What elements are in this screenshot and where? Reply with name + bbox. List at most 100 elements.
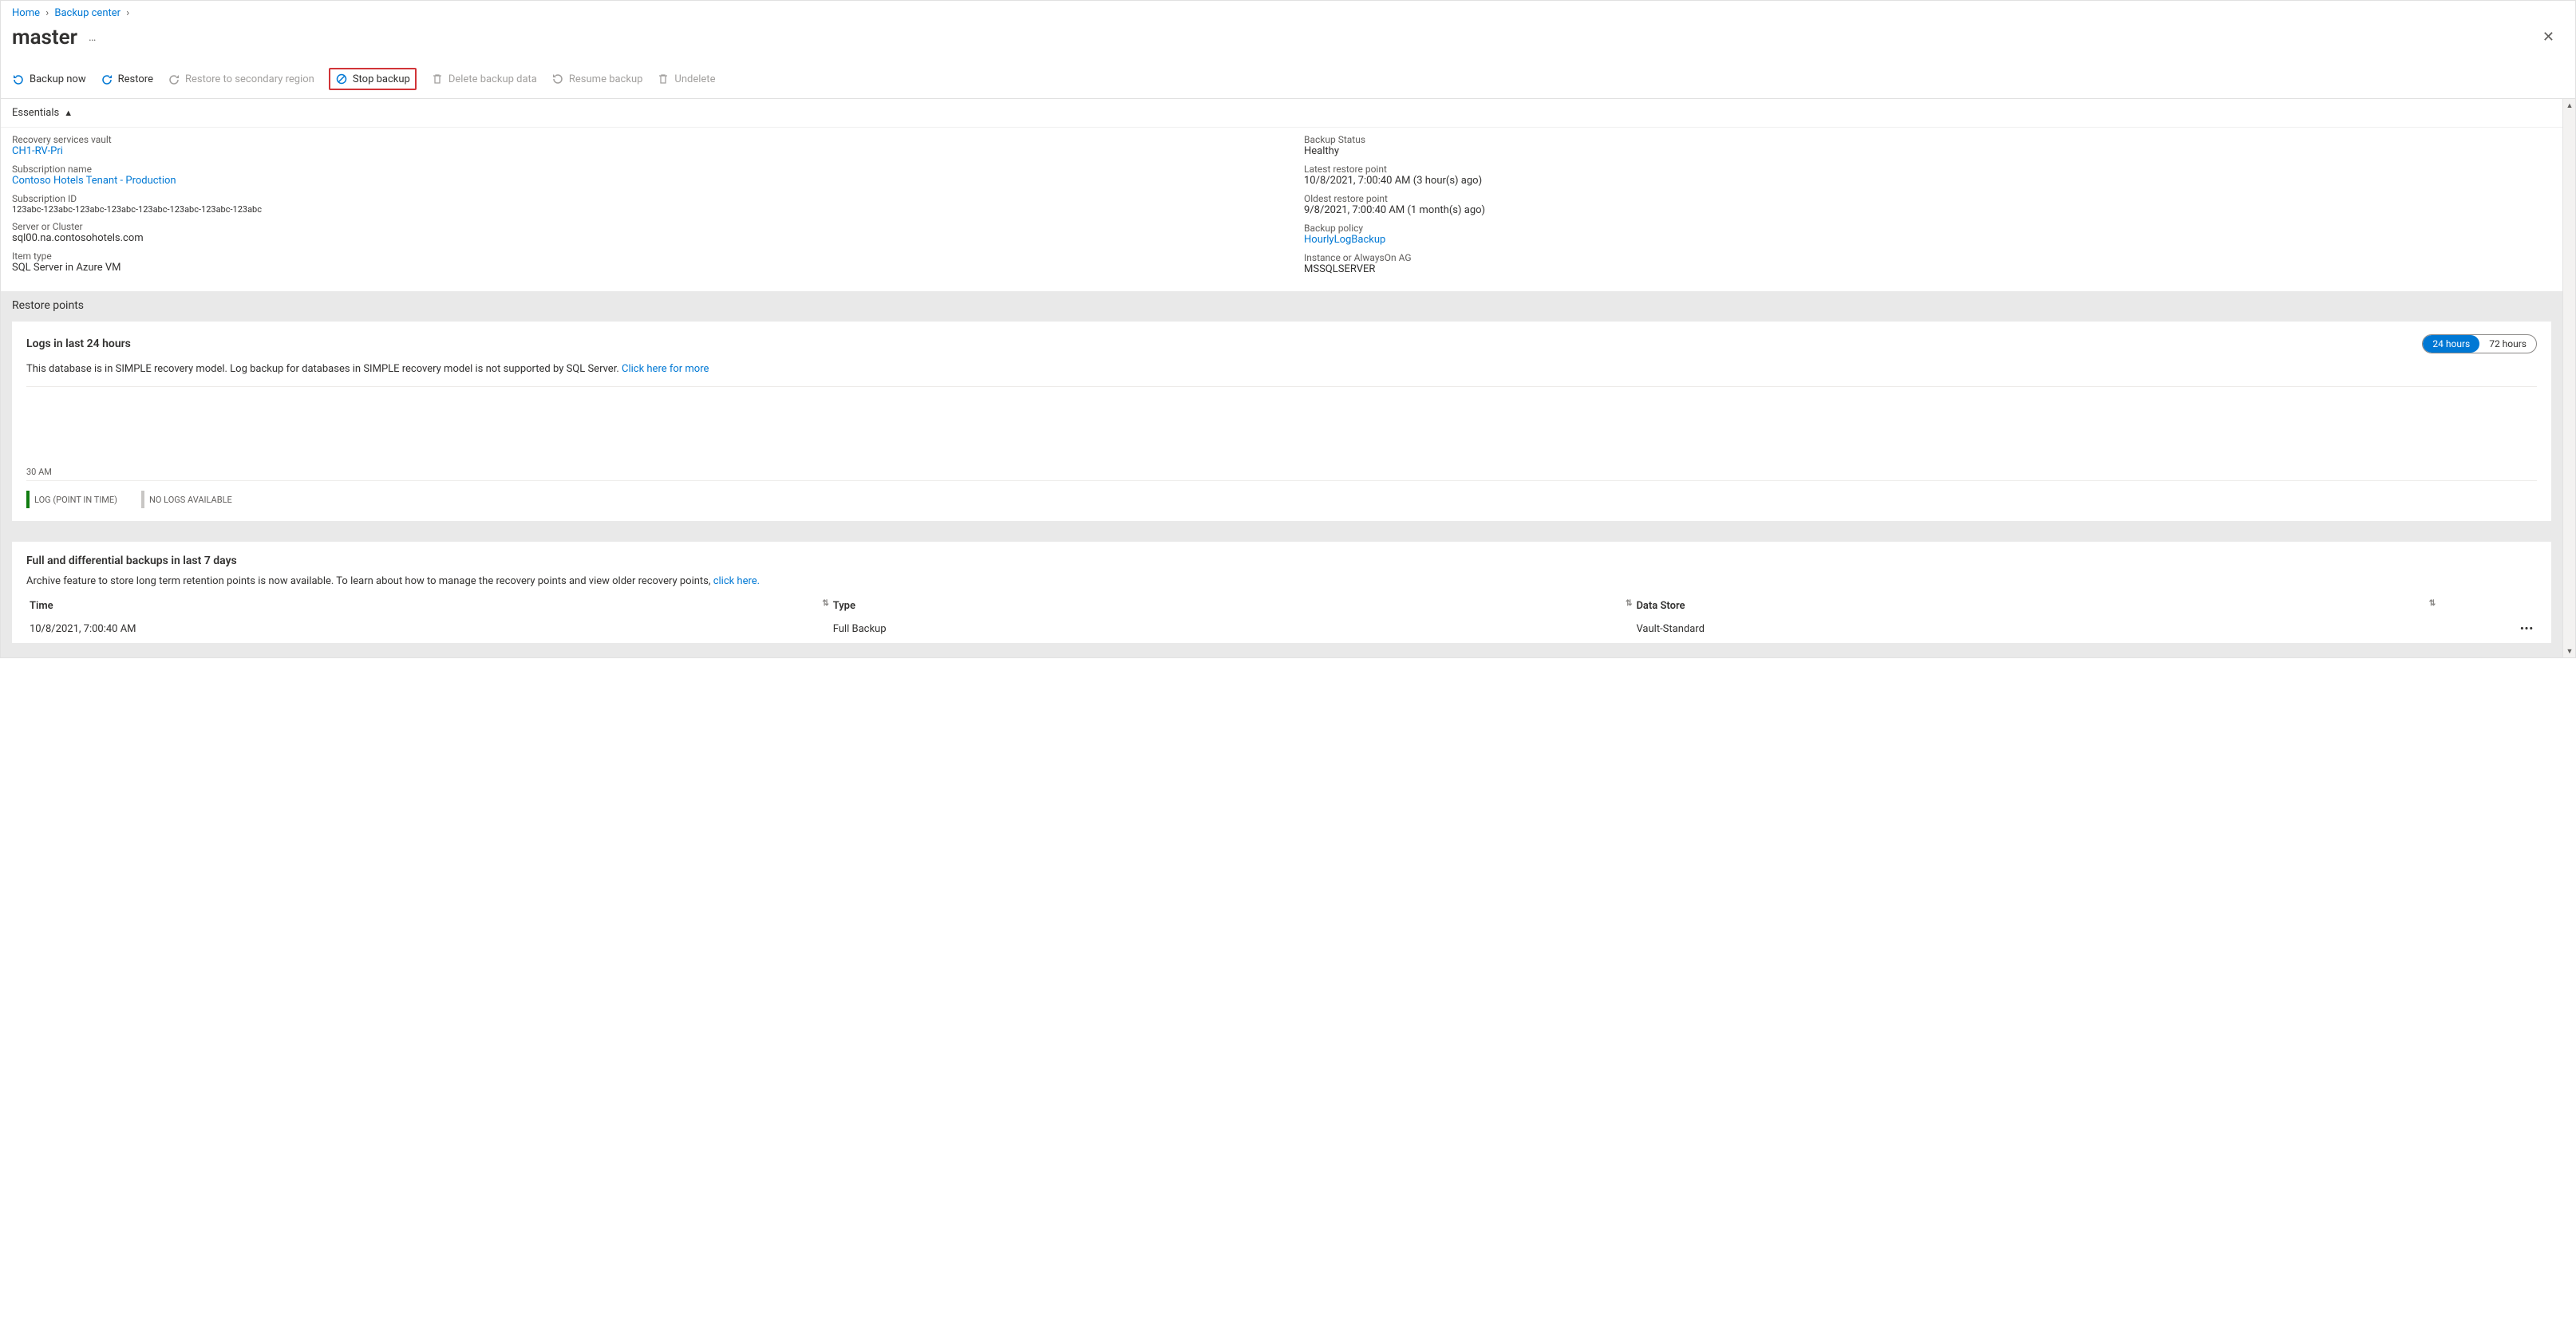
instance-value: MSSQLSERVER bbox=[1304, 263, 2564, 275]
essentials-right: Backup Status Healthy Latest restore poi… bbox=[1304, 134, 2564, 282]
chevron-up-icon: ▲ bbox=[64, 108, 73, 118]
breadcrumb-backup-center[interactable]: Backup center bbox=[54, 7, 121, 19]
table-row[interactable]: 10/8/2021, 7:00:40 AM Full Backup Vault-… bbox=[26, 618, 2537, 640]
logs-desc-text: This database is in SIMPLE recovery mode… bbox=[26, 363, 622, 375]
page-title: master bbox=[12, 26, 77, 49]
vault-link[interactable]: CH1-RV-Pri bbox=[12, 145, 63, 157]
col-time[interactable]: Time ⇅ bbox=[26, 594, 830, 618]
logs-chart: 30 AM bbox=[26, 395, 2537, 481]
toggle-24h[interactable]: 24 hours bbox=[2423, 335, 2479, 353]
row-time: 10/8/2021, 7:00:40 AM bbox=[26, 618, 830, 640]
trash-icon bbox=[431, 73, 444, 85]
backups-card-title: Full and differential backups in last 7 … bbox=[26, 554, 2537, 567]
row-type: Full Backup bbox=[830, 618, 1634, 640]
oldest-value: 9/8/2021, 7:00:40 AM (1 month(s) ago) bbox=[1304, 204, 2564, 216]
more-button[interactable]: … bbox=[85, 28, 99, 47]
stop-backup-label: Stop backup bbox=[353, 73, 410, 85]
backups-card-desc: Archive feature to store long term reten… bbox=[26, 575, 2537, 587]
essentials-left: Recovery services vault CH1-RV-Pri Subsc… bbox=[12, 134, 1272, 282]
restore-points-title: Restore points bbox=[12, 299, 2551, 312]
backup-now-label: Backup now bbox=[30, 73, 86, 85]
backups-desc-link[interactable]: click here. bbox=[713, 575, 760, 587]
instance-label: Instance or AlwaysOn AG bbox=[1304, 252, 2564, 263]
status-value: Healthy bbox=[1304, 145, 2564, 157]
backup-now-button[interactable]: Backup now bbox=[12, 71, 86, 87]
legend-log: LOG (POINT IN TIME) bbox=[26, 491, 117, 508]
oldest-label: Oldest restore point bbox=[1304, 193, 2564, 204]
stop-backup-button[interactable]: Stop backup bbox=[329, 68, 417, 90]
undelete-label: Undelete bbox=[674, 73, 715, 85]
legend-log-label: LOG (POINT IN TIME) bbox=[34, 495, 117, 505]
logs-card-desc: This database is in SIMPLE recovery mode… bbox=[26, 363, 2537, 387]
latest-value: 10/8/2021, 7:00:40 AM (3 hour(s) ago) bbox=[1304, 175, 2564, 187]
delete-backup-label: Delete backup data bbox=[448, 73, 537, 85]
time-range-toggle[interactable]: 24 hours 72 hours bbox=[2422, 334, 2537, 353]
subscription-id-label: Subscription ID bbox=[12, 193, 1272, 204]
logs-card: Logs in last 24 hours 24 hours 72 hours … bbox=[12, 322, 2551, 521]
logs-desc-link[interactable]: Click here for more bbox=[622, 363, 709, 375]
essentials-label: Essentials bbox=[12, 107, 59, 119]
legend-swatch-grey bbox=[141, 491, 144, 508]
subscription-id-value: 123abc-123abc-123abc-123abc-123abc-123ab… bbox=[12, 204, 1272, 215]
chevron-right-icon: › bbox=[42, 7, 52, 19]
restore-secondary-label: Restore to secondary region bbox=[185, 73, 314, 85]
col-type[interactable]: Type ⇅ bbox=[830, 594, 1634, 618]
content-scroll: ▲ ▼ Essentials ▲ Recovery services vault… bbox=[1, 99, 2575, 657]
row-store: Vault-Standard bbox=[1633, 618, 2436, 640]
restore-secondary-button: Restore to secondary region bbox=[168, 71, 314, 87]
col-time-label: Time bbox=[30, 600, 53, 612]
restore-label: Restore bbox=[118, 73, 153, 85]
item-type-value: SQL Server in Azure VM bbox=[12, 262, 1272, 274]
toggle-72h[interactable]: 72 hours bbox=[2479, 335, 2536, 353]
delete-backup-button: Delete backup data bbox=[431, 71, 537, 87]
policy-label: Backup policy bbox=[1304, 223, 2564, 234]
legend-nolog-label: NO LOGS AVAILABLE bbox=[149, 495, 232, 505]
latest-label: Latest restore point bbox=[1304, 164, 2564, 175]
status-label: Backup Status bbox=[1304, 134, 2564, 145]
server-value: sql00.na.contosohotels.com bbox=[12, 232, 1272, 244]
restore-points-section: Restore points Logs in last 24 hours 24 … bbox=[1, 291, 2562, 657]
resume-backup-button: Resume backup bbox=[551, 71, 643, 87]
sort-icon: ⇅ bbox=[822, 600, 826, 608]
chart-x-label: 30 AM bbox=[26, 467, 52, 477]
item-type-label: Item type bbox=[12, 251, 1272, 262]
title-row: master … ✕ bbox=[1, 21, 2575, 61]
essentials-grid: Recovery services vault CH1-RV-Pri Subsc… bbox=[1, 128, 2575, 291]
essentials-toggle[interactable]: Essentials ▲ bbox=[1, 99, 2575, 128]
legend: LOG (POINT IN TIME) NO LOGS AVAILABLE bbox=[26, 491, 2537, 508]
sort-icon: ⇅ bbox=[2429, 600, 2433, 608]
restore-icon bbox=[168, 73, 180, 85]
backups-card: Full and differential backups in last 7 … bbox=[12, 542, 2551, 643]
chevron-right-icon: › bbox=[123, 7, 132, 19]
close-button[interactable]: ✕ bbox=[2533, 24, 2564, 50]
toolbar: Backup now Restore Restore to secondary … bbox=[1, 61, 2575, 99]
restore-button[interactable]: Restore bbox=[101, 71, 153, 87]
policy-link[interactable]: HourlyLogBackup bbox=[1304, 234, 1385, 246]
legend-nolog: NO LOGS AVAILABLE bbox=[141, 491, 232, 508]
server-label: Server or Cluster bbox=[12, 221, 1272, 232]
breadcrumb-home[interactable]: Home bbox=[12, 7, 40, 19]
sort-icon: ⇅ bbox=[1626, 600, 1630, 608]
resume-backup-label: Resume backup bbox=[569, 73, 643, 85]
subscription-name-label: Subscription name bbox=[12, 164, 1272, 175]
restore-icon bbox=[101, 73, 113, 85]
scroll-down-icon[interactable]: ▼ bbox=[2563, 645, 2575, 657]
undelete-button: Undelete bbox=[657, 71, 715, 87]
col-store-label: Data Store bbox=[1636, 600, 1685, 612]
col-store[interactable]: Data Store ⇅ bbox=[1633, 594, 2436, 618]
logs-card-title: Logs in last 24 hours bbox=[26, 337, 131, 350]
trash-icon bbox=[657, 73, 670, 85]
resume-icon bbox=[551, 73, 564, 85]
scroll-up-icon[interactable]: ▲ bbox=[2563, 99, 2575, 112]
breadcrumb: Home › Backup center › bbox=[1, 1, 2575, 21]
col-type-label: Type bbox=[833, 600, 855, 612]
backups-table: Time ⇅ Type ⇅ Data Store ⇅ bbox=[26, 594, 2537, 640]
subscription-link[interactable]: Contoso Hotels Tenant - Production bbox=[12, 175, 176, 187]
stop-icon bbox=[335, 73, 348, 85]
vault-label: Recovery services vault bbox=[12, 134, 1272, 145]
table-header-row: Time ⇅ Type ⇅ Data Store ⇅ bbox=[26, 594, 2537, 618]
row-more-button[interactable]: ••• bbox=[2436, 618, 2537, 640]
backups-desc-text: Archive feature to store long term reten… bbox=[26, 575, 713, 587]
scrollbar[interactable]: ▲ ▼ bbox=[2562, 99, 2575, 657]
legend-swatch-green bbox=[26, 491, 30, 508]
